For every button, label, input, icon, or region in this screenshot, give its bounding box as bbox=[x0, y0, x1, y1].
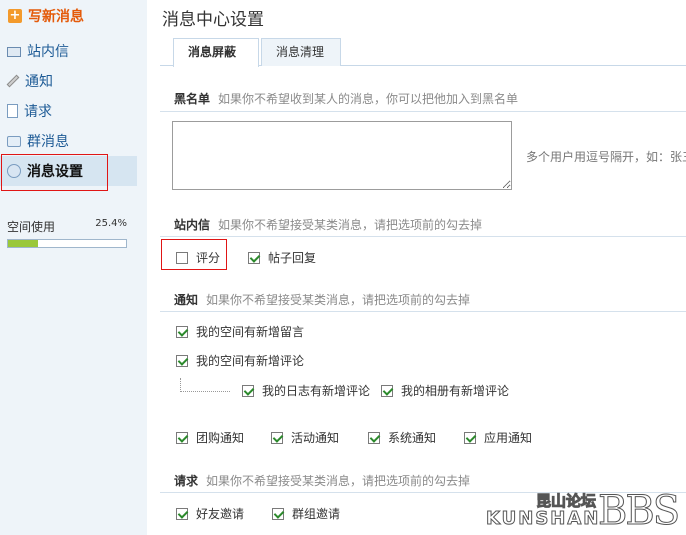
blacklist-input[interactable] bbox=[172, 121, 512, 190]
tab-message-cleanup[interactable]: 消息清理 bbox=[261, 38, 341, 66]
checkbox-friend-invite[interactable]: 好友邀请 bbox=[176, 505, 244, 522]
pm-desc: 如果你不希望接受某类消息，请把选项前的勾去掉 bbox=[218, 218, 483, 232]
checkbox-label: 好友邀请 bbox=[196, 507, 245, 521]
request-title: 请求 bbox=[174, 474, 199, 488]
watermark-bbs: BBS bbox=[597, 488, 680, 535]
checkbox-label: 应用通知 bbox=[484, 431, 533, 445]
checkbox-label: 团购通知 bbox=[196, 431, 245, 445]
highlight-box bbox=[1, 154, 108, 191]
checkbox-box[interactable] bbox=[242, 384, 254, 397]
envelope-icon bbox=[7, 47, 21, 57]
divider bbox=[160, 236, 686, 237]
notice-title: 通知 bbox=[174, 293, 199, 307]
checkbox-event-notice[interactable]: 活动通知 bbox=[271, 429, 339, 446]
checkbox-box[interactable] bbox=[176, 325, 188, 338]
sidebar-item-label: 请求 bbox=[24, 104, 52, 120]
checkbox-label: 群组邀请 bbox=[292, 507, 341, 521]
sidebar-item-requests[interactable]: 请求 bbox=[0, 96, 147, 126]
pencil-icon bbox=[6, 74, 20, 88]
checkbox-box[interactable] bbox=[248, 251, 260, 264]
checkbox-box[interactable] bbox=[176, 431, 188, 444]
checkbox-box[interactable] bbox=[272, 507, 284, 520]
checkbox-label: 帖子回复 bbox=[268, 251, 317, 265]
checkbox-box[interactable] bbox=[381, 384, 393, 397]
sidebar-item-private-messages[interactable]: 站内信 bbox=[0, 36, 147, 66]
tab-message-block[interactable]: 消息屏蔽 bbox=[173, 38, 259, 67]
chat-bubble-icon bbox=[7, 135, 21, 147]
checkbox-label: 我的日志有新增评论 bbox=[262, 384, 371, 398]
notice-header: 通知 如果你不希望接受某类消息，请把选项前的勾去掉 bbox=[174, 291, 470, 308]
compose-message-button[interactable]: + 写新消息 bbox=[8, 6, 84, 26]
space-usage-percent: 25.4% bbox=[95, 218, 127, 229]
checkbox-label: 活动通知 bbox=[291, 431, 340, 445]
divider bbox=[160, 311, 686, 312]
request-desc: 如果你不希望接受某类消息，请把选项前的勾去掉 bbox=[206, 474, 471, 488]
notice-desc: 如果你不希望接受某类消息，请把选项前的勾去掉 bbox=[206, 293, 471, 307]
request-header: 请求 如果你不希望接受某类消息，请把选项前的勾去掉 bbox=[174, 472, 470, 489]
pm-title: 站内信 bbox=[174, 218, 211, 232]
checkbox-label: 我的相册有新增评论 bbox=[401, 384, 510, 398]
checkbox-album-new-comment[interactable]: 我的相册有新增评论 bbox=[381, 382, 509, 399]
compose-label: 写新消息 bbox=[28, 9, 84, 25]
space-usage-bar bbox=[7, 239, 127, 248]
checkbox-groupbuy-notice[interactable]: 团购通知 bbox=[176, 429, 244, 446]
page-title: 消息中心设置 bbox=[162, 10, 264, 30]
checkbox-box[interactable] bbox=[176, 354, 188, 367]
checkbox-space-new-comment[interactable]: 我的空间有新增评论 bbox=[176, 352, 304, 369]
checkbox-blog-new-comment[interactable]: 我的日志有新增评论 bbox=[242, 382, 370, 399]
checkbox-box[interactable] bbox=[176, 251, 188, 264]
checkbox-label: 评分 bbox=[196, 251, 221, 265]
blacklist-hint: 多个用户用逗号隔开，如：张三 bbox=[526, 150, 686, 164]
plus-icon: + bbox=[8, 8, 22, 23]
pm-header: 站内信 如果你不希望接受某类消息，请把选项前的勾去掉 bbox=[174, 216, 482, 233]
sidebar-item-label: 通知 bbox=[25, 74, 53, 90]
sidebar-item-notifications[interactable]: 通知 bbox=[0, 66, 147, 96]
divider bbox=[160, 111, 686, 112]
checkbox-box[interactable] bbox=[464, 431, 476, 444]
checkbox-label: 我的空间有新增评论 bbox=[196, 354, 305, 368]
checkbox-space-new-message[interactable]: 我的空间有新增留言 bbox=[176, 323, 304, 340]
checkbox-post-reply[interactable]: 帖子回复 bbox=[248, 249, 316, 266]
checkbox-system-notice[interactable]: 系统通知 bbox=[368, 429, 436, 446]
checkbox-box[interactable] bbox=[368, 431, 380, 444]
sidebar-item-label: 站内信 bbox=[27, 44, 69, 60]
checkbox-rating[interactable]: 评分 bbox=[176, 249, 220, 266]
sidebar: + 写新消息 站内信 通知 请求 群消息 消息设置 空间使用 25.4% bbox=[0, 0, 147, 535]
tree-connector bbox=[180, 378, 230, 392]
space-usage-fill bbox=[8, 240, 38, 247]
checkbox-label: 我的空间有新增留言 bbox=[196, 325, 305, 339]
checkbox-label: 系统通知 bbox=[388, 431, 437, 445]
sidebar-item-group-messages[interactable]: 群消息 bbox=[0, 126, 147, 156]
watermark-logo: 昆山论坛 KUNSHAN BBS bbox=[485, 488, 686, 535]
checkbox-box[interactable] bbox=[176, 507, 188, 520]
checkbox-box[interactable] bbox=[271, 431, 283, 444]
checkbox-app-notice[interactable]: 应用通知 bbox=[464, 429, 532, 446]
blacklist-title: 黑名单 bbox=[174, 92, 211, 106]
space-usage: 空间使用 25.4% bbox=[7, 218, 127, 248]
blacklist-desc: 如果你不希望收到某人的消息，你可以把他加入到黑名单 bbox=[218, 92, 519, 106]
watermark-en: KUNSHAN bbox=[485, 508, 601, 530]
tab-bar: 消息屏蔽 消息清理 bbox=[160, 38, 686, 67]
space-usage-label: 空间使用 bbox=[7, 220, 56, 234]
document-icon bbox=[7, 104, 18, 118]
checkbox-group-invite[interactable]: 群组邀请 bbox=[272, 505, 340, 522]
blacklist-header: 黑名单 如果你不希望收到某人的消息，你可以把他加入到黑名单 bbox=[174, 90, 518, 107]
sidebar-item-label: 群消息 bbox=[27, 134, 69, 150]
